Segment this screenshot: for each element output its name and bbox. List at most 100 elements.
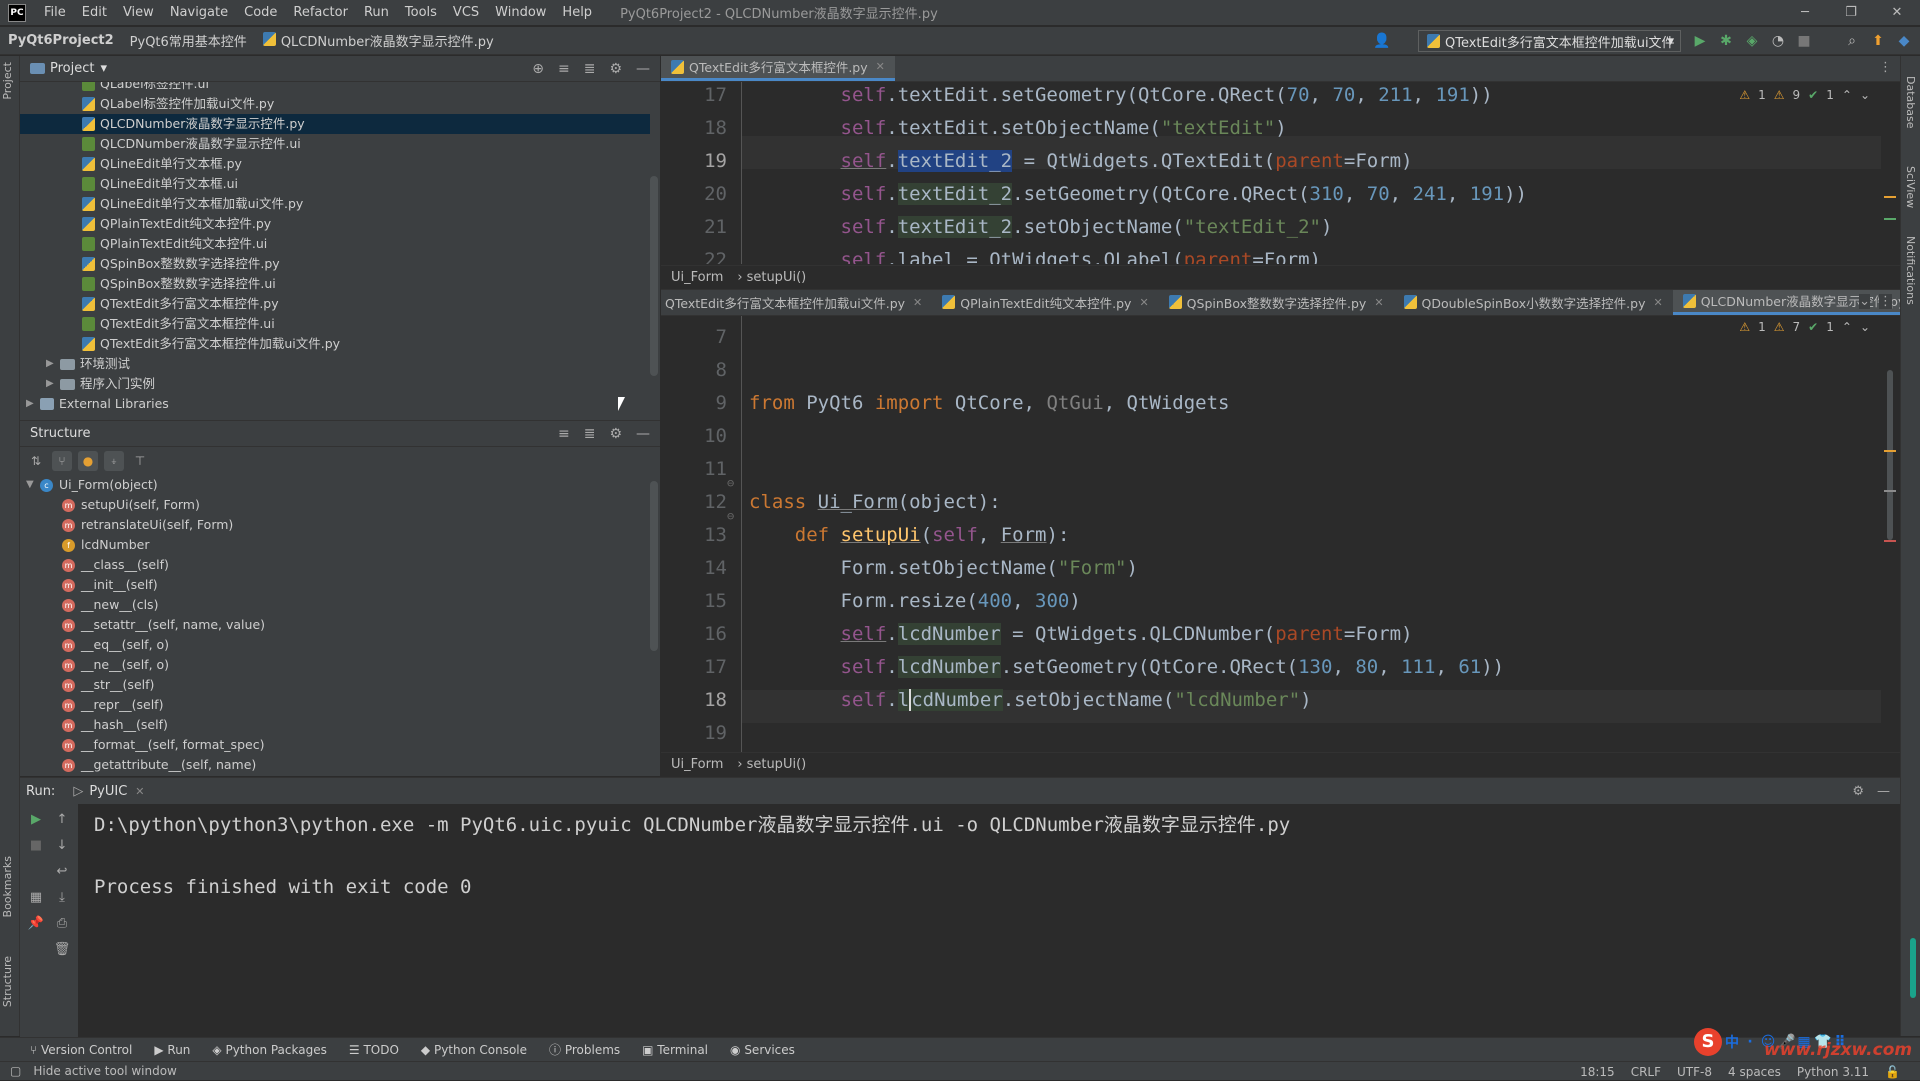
tree-folder[interactable]: ▶ 环境测试 — [20, 354, 650, 374]
ime-lang-icon[interactable]: 中 — [1724, 1032, 1740, 1052]
user-icon[interactable]: 👤 — [1372, 31, 1392, 51]
notifications-tool-tab[interactable]: Notifications — [1904, 236, 1917, 305]
caret-position[interactable]: 18:15 — [1580, 1065, 1615, 1079]
breadcrumb-folder[interactable]: PyQt6常用基本控件 — [122, 31, 255, 50]
menu-edit[interactable]: Edit — [74, 5, 115, 20]
profile-icon[interactable]: ◔ — [1768, 31, 1788, 51]
editor-tab[interactable]: QDoubleSpinBox小数数字选择控件.py ✕ — [1394, 290, 1673, 315]
more-icon[interactable]: ⋮ — [1879, 60, 1892, 75]
restore-icon[interactable]: ❐ — [1828, 0, 1874, 26]
menu-window[interactable]: Window — [487, 5, 554, 20]
tree-file[interactable]: QLabel标签控件加载ui文件.py — [20, 94, 650, 114]
scroll-down-icon[interactable]: ↓ — [52, 838, 72, 858]
database-tool-tab[interactable]: Database — [1904, 76, 1917, 129]
trash-icon[interactable]: 🗑 — [52, 942, 72, 962]
more-icon[interactable]: ⋮ — [1879, 294, 1892, 309]
tree-file[interactable]: QTextEdit多行富文本框控件加载ui文件.py — [20, 334, 650, 354]
structure-item[interactable]: m __init__(self) — [20, 575, 650, 595]
tab-terminal[interactable]: ▣ Terminal — [642, 1043, 708, 1057]
structure-item[interactable]: m __str__(self) — [20, 675, 650, 695]
structure-tool-tab[interactable]: Structure — [1, 956, 14, 1007]
structure-item[interactable]: m __format__(self, format_spec) — [20, 735, 650, 755]
structure-item[interactable]: m __class__(self) — [20, 555, 650, 575]
coverage-icon[interactable]: ◈ — [1742, 31, 1762, 51]
sciview-tool-tab[interactable]: SciView — [1904, 166, 1917, 208]
menu-navigate[interactable]: Navigate — [162, 5, 236, 20]
fold-icon[interactable]: ⊖ — [727, 509, 734, 523]
line-separator[interactable]: CRLF — [1631, 1065, 1661, 1079]
error-stripe-mark[interactable] — [1884, 218, 1896, 220]
chevron-down-icon[interactable]: ▼ — [26, 475, 40, 495]
breadcrumb-method[interactable]: setupUi() — [747, 270, 807, 285]
indent-setting[interactable]: 4 spaces — [1728, 1065, 1781, 1079]
show-inherited-icon[interactable]: ⑂ — [52, 451, 72, 471]
error-stripe-mark[interactable] — [1884, 450, 1896, 452]
gear-icon[interactable]: ⚙ — [609, 61, 622, 77]
project-scrollbar[interactable] — [650, 176, 658, 376]
tree-file[interactable]: QPlainTextEdit纯文本控件.ui — [20, 234, 650, 254]
breadcrumb-class[interactable]: Ui_Form — [671, 757, 723, 772]
structure-item[interactable]: m __repr__(self) — [20, 695, 650, 715]
chevron-right-icon[interactable]: ▶ — [46, 354, 60, 374]
chevron-right-icon[interactable]: ▶ — [26, 394, 40, 414]
locate-icon[interactable]: ⊕ — [532, 61, 544, 77]
close-tab-icon[interactable]: ✕ — [876, 60, 885, 73]
tab-run[interactable]: ▶ Run — [154, 1043, 190, 1057]
print-icon[interactable]: ⎙ — [52, 916, 72, 936]
structure-item[interactable]: f lcdNumber — [20, 535, 650, 555]
tab-list-chevron-icon[interactable]: ⌄ — [1859, 294, 1870, 309]
scroll-up-icon[interactable]: ↑ — [52, 812, 72, 832]
minimize-icon[interactable]: ─ — [1782, 0, 1828, 26]
pin-icon[interactable]: 📌 — [26, 916, 46, 936]
close-tab-icon[interactable]: ✕ — [135, 785, 144, 798]
structure-item[interactable]: m __setattr__(self, name, value) — [20, 615, 650, 635]
update-icon[interactable]: ⬆ — [1868, 31, 1888, 51]
lock-icon[interactable]: 🔓 — [1885, 1065, 1900, 1079]
tab-services[interactable]: ◉ Services — [730, 1043, 795, 1057]
structure-item[interactable]: m setupUi(self, Form) — [20, 495, 650, 515]
editor-tab[interactable]: QTextEdit多行富文本框控件加载ui文件.py ✕ — [661, 290, 932, 315]
expand-all-icon[interactable]: ≡ — [558, 61, 570, 77]
hide-icon[interactable]: — — [636, 61, 650, 77]
stop-icon[interactable]: ■ — [26, 838, 46, 858]
structure-item[interactable]: m __getattribute__(self, name) — [20, 755, 650, 775]
tree-file[interactable]: QLineEdit单行文本框.ui — [20, 174, 650, 194]
sort-alpha-icon[interactable]: ⇅ — [26, 451, 46, 471]
tab-python-console[interactable]: ◆ Python Console — [421, 1043, 527, 1057]
bookmarks-tool-tab[interactable]: Bookmarks — [1, 856, 14, 917]
tree-file[interactable]: QSpinBox整数数字选择控件.py — [20, 254, 650, 274]
structure-root[interactable]: ▼ c Ui_Form(object) — [20, 475, 650, 495]
close-icon[interactable]: ✕ — [1874, 0, 1920, 26]
tab-version-control[interactable]: ⑂ Version Control — [30, 1043, 132, 1057]
ime-punct-icon[interactable]: · — [1742, 1034, 1758, 1050]
tree-file[interactable]: QLabel标签控件.ui — [20, 82, 650, 94]
collapse-all-icon[interactable]: ≣ — [584, 61, 596, 77]
structure-item[interactable]: m __eq__(self, o) — [20, 635, 650, 655]
close-tab-icon[interactable]: ✕ — [913, 296, 922, 309]
menu-refactor[interactable]: Refactor — [285, 5, 356, 20]
tree-file[interactable]: QSpinBox整数数字选择控件.ui — [20, 274, 650, 294]
breadcrumb-class[interactable]: Ui_Form — [671, 270, 723, 285]
editor-tab-active[interactable]: QTextEdit多行富文本框控件.py ✕ — [661, 56, 895, 81]
sogou-logo-icon[interactable]: S — [1694, 1028, 1722, 1056]
editor-scrollbar[interactable] — [1887, 370, 1893, 540]
structure-item[interactable]: m __ne__(self, o) — [20, 655, 650, 675]
run-tab-pyuic[interactable]: PyUIC — [89, 784, 127, 799]
tool-window-icon[interactable]: ▢ — [10, 1064, 21, 1078]
project-panel-title[interactable]: Project — [50, 61, 94, 76]
menu-run[interactable]: Run — [356, 5, 397, 20]
error-stripe-mark[interactable] — [1884, 196, 1896, 198]
menu-code[interactable]: Code — [236, 5, 285, 20]
menu-file[interactable]: File — [36, 5, 74, 20]
stop-icon[interactable]: ■ — [1794, 31, 1814, 51]
chevron-down-icon[interactable]: ▾ — [100, 61, 107, 76]
python-interpreter[interactable]: Python 3.11 — [1797, 1065, 1869, 1079]
structure-item[interactable]: m retranslateUi(self, Form) — [20, 515, 650, 535]
tree-file[interactable]: QTextEdit多行富文本框控件.ui — [20, 314, 650, 334]
tab-python-packages[interactable]: ◈ Python Packages — [212, 1043, 326, 1057]
editor-tab[interactable]: QSpinBox整数数字选择控件.py ✕ — [1159, 290, 1394, 315]
tab-problems[interactable]: ⓘ Problems — [549, 1041, 620, 1058]
menu-tools[interactable]: Tools — [397, 5, 445, 20]
console-scrollbar[interactable] — [1910, 938, 1916, 998]
file-encoding[interactable]: UTF-8 — [1677, 1065, 1712, 1079]
